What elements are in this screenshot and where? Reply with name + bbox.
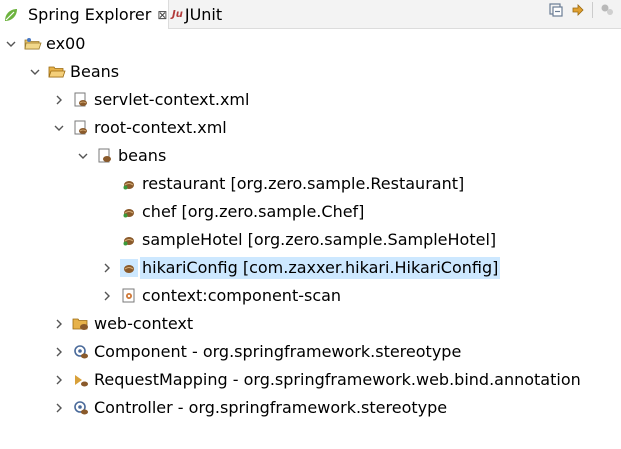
toolbar-separator xyxy=(592,2,593,18)
tree-item-label: restaurant [org.zero.sample.Restaurant] xyxy=(142,174,465,193)
link-with-editor-icon[interactable] xyxy=(570,2,586,18)
chevron-down-icon[interactable] xyxy=(28,65,42,79)
project-folder-icon xyxy=(24,35,42,53)
close-icon[interactable]: ⊠ xyxy=(157,8,167,22)
bean-icon xyxy=(120,203,138,221)
annotation-icon xyxy=(72,343,90,361)
chevron-right-icon[interactable] xyxy=(52,93,66,107)
tab-spring-explorer[interactable]: Spring Explorer ⊠ xyxy=(0,0,169,29)
tree-item-label: ex00 xyxy=(46,34,86,53)
tree-item-bean-chef[interactable]: chef [org.zero.sample.Chef] xyxy=(100,198,364,226)
bean-config-file-icon xyxy=(72,91,90,109)
component-scan-icon xyxy=(120,287,138,305)
tab-junit[interactable]: Ju JUnit xyxy=(172,0,222,28)
bean-icon xyxy=(120,175,138,193)
tree-item-label: beans xyxy=(118,146,167,165)
chevron-down-icon[interactable] xyxy=(4,37,18,51)
bean-icon xyxy=(120,231,138,249)
config-set-folder-icon xyxy=(72,315,90,333)
tree-item-label: servlet-context.xml xyxy=(94,90,250,109)
tree-item-bean-samplehotel[interactable]: sampleHotel [org.zero.sample.SampleHotel… xyxy=(100,226,496,254)
filter-icon[interactable] xyxy=(599,2,615,18)
tree-item-label: hikariConfig [com.zaxxer.hikari.HikariCo… xyxy=(140,257,501,279)
tree-item-label: sampleHotel [org.zero.sample.SampleHotel… xyxy=(142,230,497,249)
tree-item-bean-restaurant[interactable]: restaurant [org.zero.sample.Restaurant] xyxy=(100,170,464,198)
no-twisty-spacer xyxy=(100,177,114,191)
tree-item-label: Controller - org.springframework.stereot… xyxy=(94,398,448,417)
tab-spring-explorer-label: Spring Explorer xyxy=(28,5,152,24)
beans-element-icon xyxy=(96,147,114,165)
bean-icon xyxy=(120,259,138,277)
chevron-right-icon[interactable] xyxy=(100,289,114,303)
view-toolbar xyxy=(548,2,615,18)
tree-item-beans-node[interactable]: beans xyxy=(76,142,166,170)
chevron-right-icon[interactable] xyxy=(52,373,66,387)
tree-item-label: chef [org.zero.sample.Chef] xyxy=(142,202,365,221)
view-tab-bar: Spring Explorer ⊠ Ju JUnit xyxy=(0,0,621,29)
no-twisty-spacer xyxy=(100,233,114,247)
tree-item-label: Beans xyxy=(70,62,120,81)
tab-junit-label: JUnit xyxy=(184,4,223,24)
tree-item-beans-folder[interactable]: Beans xyxy=(28,58,119,86)
chevron-down-icon[interactable] xyxy=(76,149,90,163)
chevron-down-icon[interactable] xyxy=(52,121,66,135)
chevron-right-icon[interactable] xyxy=(52,345,66,359)
tree-item-bean-hikariconfig[interactable]: hikariConfig [com.zaxxer.hikari.HikariCo… xyxy=(100,254,501,282)
bean-config-file-icon xyxy=(72,119,90,137)
tree-item-root-context[interactable]: root-context.xml xyxy=(52,114,227,142)
tree-item-annotation-component[interactable]: Component - org.springframework.stereoty… xyxy=(52,338,461,366)
tree-item-label: RequestMapping - org.springframework.web… xyxy=(94,370,581,389)
tree-item-servlet-context[interactable]: servlet-context.xml xyxy=(52,86,249,114)
chevron-right-icon[interactable] xyxy=(100,261,114,275)
tree-item-project[interactable]: ex00 xyxy=(4,30,85,58)
chevron-right-icon[interactable] xyxy=(52,401,66,415)
tree-item-web-context[interactable]: web-context xyxy=(52,310,193,338)
tree-item-component-scan[interactable]: context:component-scan xyxy=(100,282,341,310)
open-folder-icon xyxy=(48,63,66,81)
annotation-icon xyxy=(72,399,90,417)
chevron-right-icon[interactable] xyxy=(52,317,66,331)
tree-item-label: root-context.xml xyxy=(94,118,227,137)
request-mapping-icon xyxy=(72,371,90,389)
junit-icon: Ju xyxy=(172,8,183,20)
spring-leaf-icon xyxy=(2,6,20,24)
no-twisty-spacer xyxy=(100,205,114,219)
tree-item-label: web-context xyxy=(94,314,194,333)
tree-item-annotation-controller[interactable]: Controller - org.springframework.stereot… xyxy=(52,394,447,422)
tree-item-label: Component - org.springframework.stereoty… xyxy=(94,342,462,361)
collapse-all-icon[interactable] xyxy=(548,2,564,18)
tree-item-annotation-requestmapping[interactable]: RequestMapping - org.springframework.web… xyxy=(52,366,581,394)
tree-item-label: context:component-scan xyxy=(142,286,342,305)
